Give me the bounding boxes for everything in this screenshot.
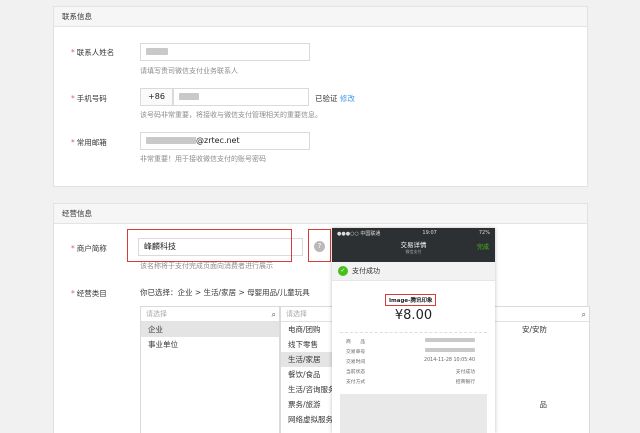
receipt-done-button: 完成 <box>476 244 489 251</box>
receipt-detail-row: 商 品 <box>346 338 475 345</box>
receipt-detail-key: 当前状态 <box>346 370 366 375</box>
category-item-level1[interactable]: 企业 <box>141 322 279 337</box>
contact-info-panel: 联系信息 * 联系人姓名 请填写贵司微信支付业务联系人 * 手机号码 +86 已验证… <box>53 6 588 187</box>
redacted-text <box>179 93 199 100</box>
receipt-detail-key: 交易单号 <box>346 350 366 355</box>
phone-status-bar: ●●●○○ 中国联通 19:07 72% <box>337 230 490 237</box>
required-star: * <box>71 48 75 57</box>
category-path: 你已选择：企业 > 生活/家居 > 母婴用品/儿童玩具 <box>140 288 310 297</box>
search-icon[interactable]: ⌕ <box>582 308 586 322</box>
required-star: * <box>71 94 75 103</box>
receipt-merchant-name: Image-腾讯印象 <box>385 294 437 306</box>
receipt-detail-row: 支付方式 招商银行 <box>346 378 475 385</box>
category-search-1[interactable]: 请选择 ⌕ <box>141 307 279 322</box>
contact-name-input[interactable] <box>140 43 310 61</box>
short-name-hint: 该名称将于支付完成页面向消费者进行展示 <box>140 262 273 270</box>
email-input[interactable]: @zrtec.net <box>140 132 310 150</box>
contact-name-label: * 联系人姓名 <box>71 48 115 57</box>
category-list-level1[interactable]: 请选择 ⌕ 企业 事业单位 <box>140 306 280 433</box>
receipt-detail-value: 支付成功 <box>455 370 475 375</box>
receipt-detail-key: 交易时间 <box>346 360 366 365</box>
short-name-label: * 商户简称 <box>71 244 107 253</box>
redacted-text <box>425 338 475 342</box>
receipt-detail-key: 支付方式 <box>346 380 366 385</box>
contact-section-title: 联系信息 <box>54 7 587 27</box>
receipt-preview-popup: ●●●○○ 中国联通 19:07 72% 交易详情 微信支付 完成 ✓ 支付成功 I… <box>332 228 495 433</box>
phone-label: * 手机号码 <box>71 94 107 103</box>
receipt-divider <box>340 332 487 333</box>
receipt-detail-value <box>425 348 475 355</box>
help-icon[interactable]: ? <box>314 241 325 252</box>
required-star: * <box>71 289 75 298</box>
category-label: * 经营类目 <box>71 289 107 298</box>
check-icon: ✓ <box>338 266 348 276</box>
receipt-detail-row: 当前状态 支付成功 <box>346 368 475 375</box>
payment-success-bar: ✓ 支付成功 <box>332 262 495 281</box>
phone-verify-status: 已验证 修改 <box>315 94 355 103</box>
redacted-text <box>146 137 196 144</box>
short-name-highlight-box <box>127 229 292 262</box>
email-hint: 非常重要！用于接收微信支付的账号密码 <box>140 155 266 163</box>
receipt-detail-value <box>425 338 475 345</box>
required-star: * <box>71 138 75 147</box>
receipt-detail-value: 招商银行 <box>455 380 475 385</box>
receipt-header: ●●●○○ 中国联通 19:07 72% 交易详情 微信支付 完成 <box>332 228 495 262</box>
receipt-title: 交易详情 <box>400 241 427 249</box>
receipt-subtitle: 微信支付 <box>405 249 422 254</box>
receipt-footer-area <box>340 394 487 433</box>
search-icon[interactable]: ⌕ <box>272 308 276 322</box>
receipt-amount: ¥8.00 <box>394 308 433 323</box>
business-section-title: 经营信息 <box>54 204 587 224</box>
phone-hint: 该号码非常重要，将接收与微信支付管理相关的重要信息。 <box>140 111 322 119</box>
redacted-text <box>146 48 168 55</box>
phone-edit-link[interactable]: 修改 <box>340 94 355 103</box>
category-item-level1[interactable]: 事业单位 <box>141 337 279 352</box>
receipt-detail-row: 交易时间 2014-11-28 10:05:40 <box>346 358 475 365</box>
phone-input[interactable] <box>173 88 309 106</box>
phone-country-code[interactable]: +86 <box>140 88 173 106</box>
receipt-detail-row: 交易单号 <box>346 348 475 355</box>
receipt-detail-key: 商 品 <box>346 340 366 345</box>
receipt-detail-value: 2014-11-28 10:05:40 <box>424 358 475 363</box>
contact-name-hint: 请填写贵司微信支付业务联系人 <box>140 67 238 75</box>
required-star: * <box>71 244 75 253</box>
email-label: * 常用邮箱 <box>71 138 107 147</box>
redacted-text <box>425 348 475 352</box>
